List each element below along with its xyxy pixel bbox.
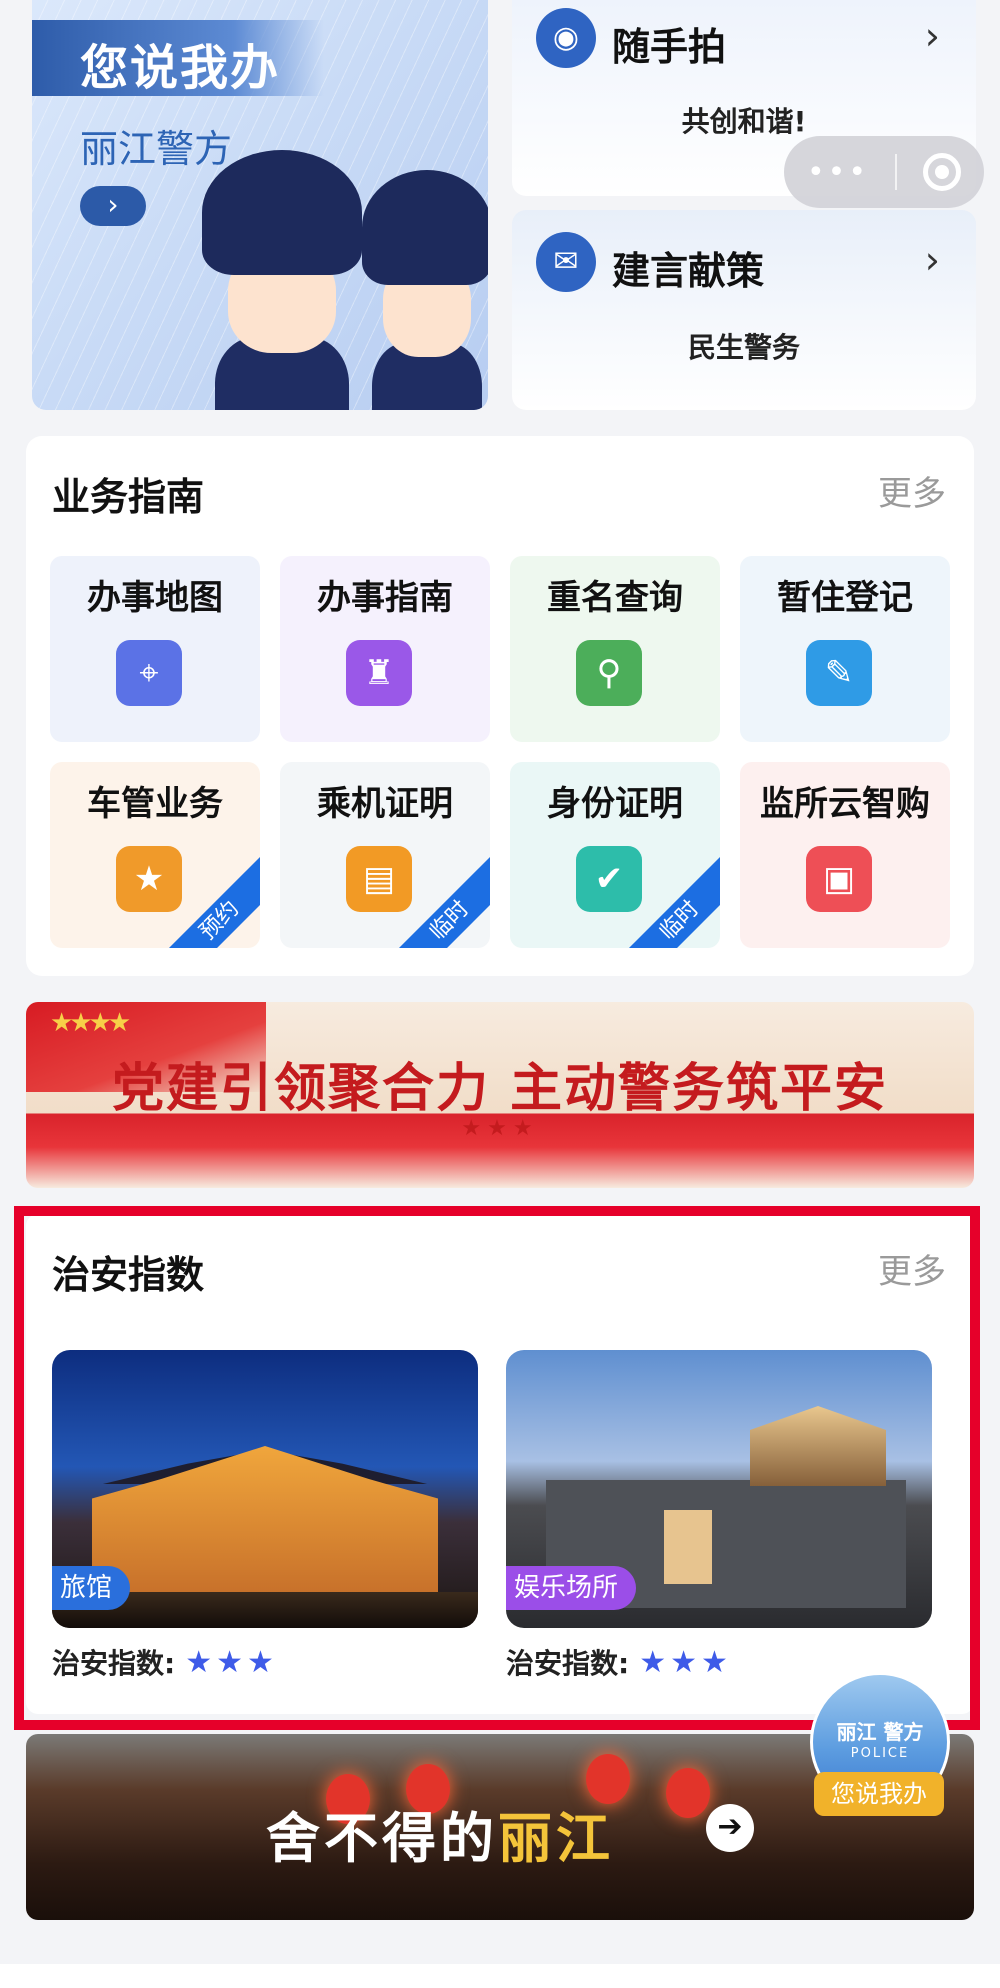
service-tile[interactable]: 重名查询 ⚲ (510, 556, 720, 742)
mail-icon: ✉ (536, 232, 596, 292)
service-tile[interactable]: 监所云智购 ▣ (740, 762, 950, 948)
badge-brand: 丽江 警方 (836, 1720, 924, 1744)
search-person-icon: ⚲ (576, 640, 642, 706)
chevron-right-icon: › (924, 14, 940, 58)
miniprogram-capsule: ••• (784, 136, 984, 208)
bottom-tab-bar (0, 1964, 1000, 1988)
hero-banner[interactable]: 您说我办 丽江警方 › (32, 0, 488, 410)
highlight-box (14, 1206, 980, 1730)
sitemap-icon: ♜ (346, 640, 412, 706)
banner-headline: 舍不得的丽江 (266, 1807, 614, 1870)
banner-stars: ★★★ (461, 1116, 539, 1141)
quick-card-suggestion[interactable]: ✉ 建言献策 › 民生警务 (512, 210, 976, 410)
hero-arrow-button[interactable]: › (80, 186, 146, 226)
service-label: 暂住登记 (777, 578, 913, 618)
service-label: 乘机证明 (317, 784, 453, 824)
service-tile[interactable]: 办事指南 ♜ (280, 556, 490, 742)
quick-card-title: 随手拍 (612, 25, 727, 69)
service-tile[interactable]: 办事地图 ⌖ (50, 556, 260, 742)
shield-star-icon: ★ (116, 846, 182, 912)
service-tile[interactable]: 暂住登记 ✎ (740, 556, 950, 742)
quick-card-desc: 民生警务 (687, 331, 800, 364)
flag-stars: ★★★★ (50, 1008, 131, 1038)
edit-icon: ✎ (806, 640, 872, 706)
service-tile[interactable]: 乘机证明 ▤ 临时 (280, 762, 490, 948)
banner-slogan: 党建引领聚合力 主动警务筑平安 (111, 1059, 889, 1119)
police-mascot-female (362, 170, 488, 410)
map-pin-icon: ⌖ (116, 640, 182, 706)
document-icon: ▤ (346, 846, 412, 912)
service-label: 车管业务 (87, 784, 223, 824)
floating-feedback-button[interactable]: 丽江 警方 POLICE 您说我办 (810, 1672, 950, 1824)
service-tile[interactable]: 身份证明 ✔ 临时 (510, 762, 720, 948)
service-tile[interactable]: 车管业务 ★ 预约 (50, 762, 260, 948)
hero-title: 您说我办 (32, 20, 324, 96)
more-link[interactable]: 更多 (878, 466, 946, 515)
service-label: 重名查询 (547, 578, 683, 618)
arrow-right-icon: ➔ (706, 1804, 754, 1852)
section-title: 业务指南 (52, 475, 205, 519)
quick-card-title: 建言献策 (612, 249, 765, 293)
service-label: 身份证明 (547, 784, 683, 824)
id-user-icon: ✔ (576, 846, 642, 912)
service-label: 办事指南 (317, 578, 453, 618)
party-building-banner[interactable]: ★★★★ 党建引领聚合力 主动警务筑平安 ★★★ (26, 1002, 974, 1188)
business-guide-section: 业务指南 更多 办事地图 ⌖ 办事指南 ♜ 重名查询 ⚲ 暂住登记 ✎ 车管业务 ★ 预约 乘机证明 ▤… (26, 436, 974, 976)
capsule-divider (895, 154, 898, 190)
close-miniprogram-icon[interactable] (923, 153, 962, 191)
chevron-right-icon: › (924, 238, 940, 282)
badge-police-text: POLICE (850, 1746, 910, 1761)
badge-cta: 您说我办 (814, 1772, 944, 1816)
service-label: 办事地图 (87, 578, 223, 618)
police-mascot-male (202, 150, 362, 410)
camera-icon: ◉ (536, 8, 596, 68)
briefcase-icon: ▣ (806, 846, 872, 912)
more-menu-icon[interactable]: ••• (807, 155, 869, 190)
quick-card-desc: 共创和谐! (681, 105, 807, 138)
service-label: 监所云智购 (760, 784, 930, 824)
